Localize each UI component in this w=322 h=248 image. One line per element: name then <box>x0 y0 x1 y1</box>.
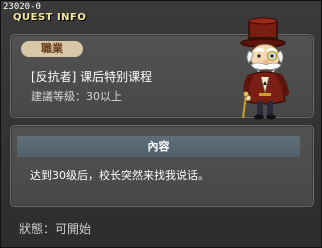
quest-name: [反抗者] 课后特别课程 <box>31 70 153 84</box>
window-title: QUEST INFO <box>13 12 87 23</box>
quest-level-requirement: 建議等級：30以上 <box>31 90 122 103</box>
npc-principal-portrait <box>240 17 289 120</box>
job-badge: 職業 <box>21 41 83 57</box>
title-bar[interactable]: 23020-0 QUEST INFO <box>3 2 203 24</box>
content-header: 內容 <box>17 136 300 157</box>
quest-info-window: 23020-0 QUEST INFO 職業 [反抗者] 课后特别课程 建議等級：… <box>0 0 322 248</box>
quest-status: 狀態：可開始 <box>19 222 92 236</box>
content-description: 达到30级后，校长突然来找我说话。 <box>30 169 209 182</box>
